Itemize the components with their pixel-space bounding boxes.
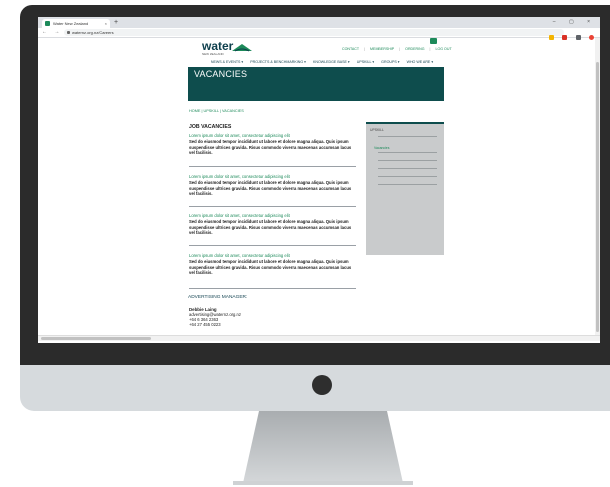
contact-mobile: +64 27 455 0223 xyxy=(189,322,221,327)
tab-bar: Water New Zealand × + – ▢ × xyxy=(38,17,600,28)
divider xyxy=(189,245,356,246)
sidebar-divider xyxy=(378,160,437,161)
utility-nav: CONTACT | MEMBERSHIP | ORDERING | LOG OU… xyxy=(340,47,454,51)
nav-who-we-are[interactable]: WHO WE ARE ▾ xyxy=(407,60,434,64)
section-heading: JOB VACANCIES xyxy=(189,124,232,130)
favicon-icon xyxy=(45,21,50,26)
logo-wave-icon xyxy=(232,44,252,52)
window-controls[interactable]: – ▢ × xyxy=(553,18,596,27)
nav-knowledge-base[interactable]: KNOWLEDGE BASE ▾ xyxy=(313,60,350,64)
util-link-logout[interactable]: LOG OUT xyxy=(435,47,451,51)
nav-groups[interactable]: GROUPS ▾ xyxy=(381,60,399,64)
logo-word: water xyxy=(202,39,234,53)
url-text: waternz.org.nz/Careers xyxy=(72,30,114,35)
job-description: Sed do eiusmod tempor incididunt ut labo… xyxy=(189,259,352,275)
extensions xyxy=(545,29,594,41)
sidebar-heading: UPSKILL xyxy=(370,128,384,132)
nav-projects[interactable]: PROJECTS & BENCHMARKING ▾ xyxy=(250,60,306,64)
address-bar: ← → C waternz.org.nz/Careers xyxy=(38,28,600,41)
job-description: Sed do eiusmod tempor incididunt ut labo… xyxy=(189,180,352,196)
tab-close-icon[interactable]: × xyxy=(105,19,107,28)
sidebar: UPSKILL Vacancies xyxy=(366,122,444,255)
monitor-stand xyxy=(243,411,403,483)
divider xyxy=(189,166,356,167)
monitor-stand-base xyxy=(233,481,413,485)
advertising-heading: ADVERTISING MANAGER: xyxy=(188,295,248,300)
scrollbar-thumb[interactable] xyxy=(596,62,599,332)
horizontal-scrollbar[interactable] xyxy=(38,335,600,341)
util-link-contact[interactable]: CONTACT xyxy=(342,47,359,51)
web-page: water NEW ZEALAND CONTACT | MEMBERSHIP |… xyxy=(38,38,593,339)
power-button xyxy=(312,375,332,395)
nav-upskill[interactable]: UPSKILL ▾ xyxy=(357,60,374,64)
divider xyxy=(189,288,356,289)
sidebar-divider xyxy=(378,184,437,185)
util-separator: | xyxy=(399,47,401,51)
sidebar-item-vacancies[interactable]: Vacancies xyxy=(374,146,389,150)
job-listing: Lorem ipsum dolor sit amet, consectetur … xyxy=(189,213,356,236)
site-logo[interactable]: water NEW ZEALAND xyxy=(202,39,252,56)
main-nav: NEWS & EVENTS ▾ PROJECTS & BENCHMARKING … xyxy=(202,60,442,64)
hero-banner: VACANCIES xyxy=(188,67,444,101)
breadcrumb[interactable]: HOME | UPSKILL | VACANCIES xyxy=(189,109,244,113)
login-badge[interactable] xyxy=(430,38,437,44)
new-tab-button[interactable]: + xyxy=(114,18,118,27)
lock-icon xyxy=(67,31,70,34)
tab-title: Water New Zealand xyxy=(53,21,89,26)
sidebar-divider xyxy=(378,136,437,137)
page-title: VACANCIES xyxy=(194,69,248,79)
job-description: Sed do eiusmod tempor incididunt ut labo… xyxy=(189,219,352,235)
job-listing: Lorem ipsum dolor sit amet, consectetur … xyxy=(189,253,356,276)
divider xyxy=(189,206,356,207)
contact-block: Debbie Laing advertising@waternz.org.nz … xyxy=(189,307,241,327)
util-separator: | xyxy=(429,47,431,51)
sidebar-divider xyxy=(378,176,437,177)
util-separator: | xyxy=(364,47,366,51)
browser-tab[interactable]: Water New Zealand × xyxy=(42,19,110,28)
vertical-scrollbar[interactable] xyxy=(595,38,600,335)
util-link-ordering[interactable]: ORDERING xyxy=(405,47,424,51)
util-link-membership[interactable]: MEMBERSHIP xyxy=(370,47,394,51)
job-listing: Lorem ipsum dolor sit amet, consectetur … xyxy=(189,174,356,197)
scrollbar-thumb[interactable] xyxy=(41,337,151,340)
job-description: Sed do eiusmod tempor incididunt ut labo… xyxy=(189,139,352,155)
browser-window: Water New Zealand × + – ▢ × ← → C watern… xyxy=(38,17,600,343)
job-listing: Lorem ipsum dolor sit amet, consectetur … xyxy=(189,133,356,156)
url-input[interactable]: waternz.org.nz/Careers xyxy=(64,29,564,36)
sidebar-divider xyxy=(378,168,437,169)
nav-news-events[interactable]: NEWS & EVENTS ▾ xyxy=(211,60,243,64)
sidebar-divider xyxy=(378,152,437,153)
